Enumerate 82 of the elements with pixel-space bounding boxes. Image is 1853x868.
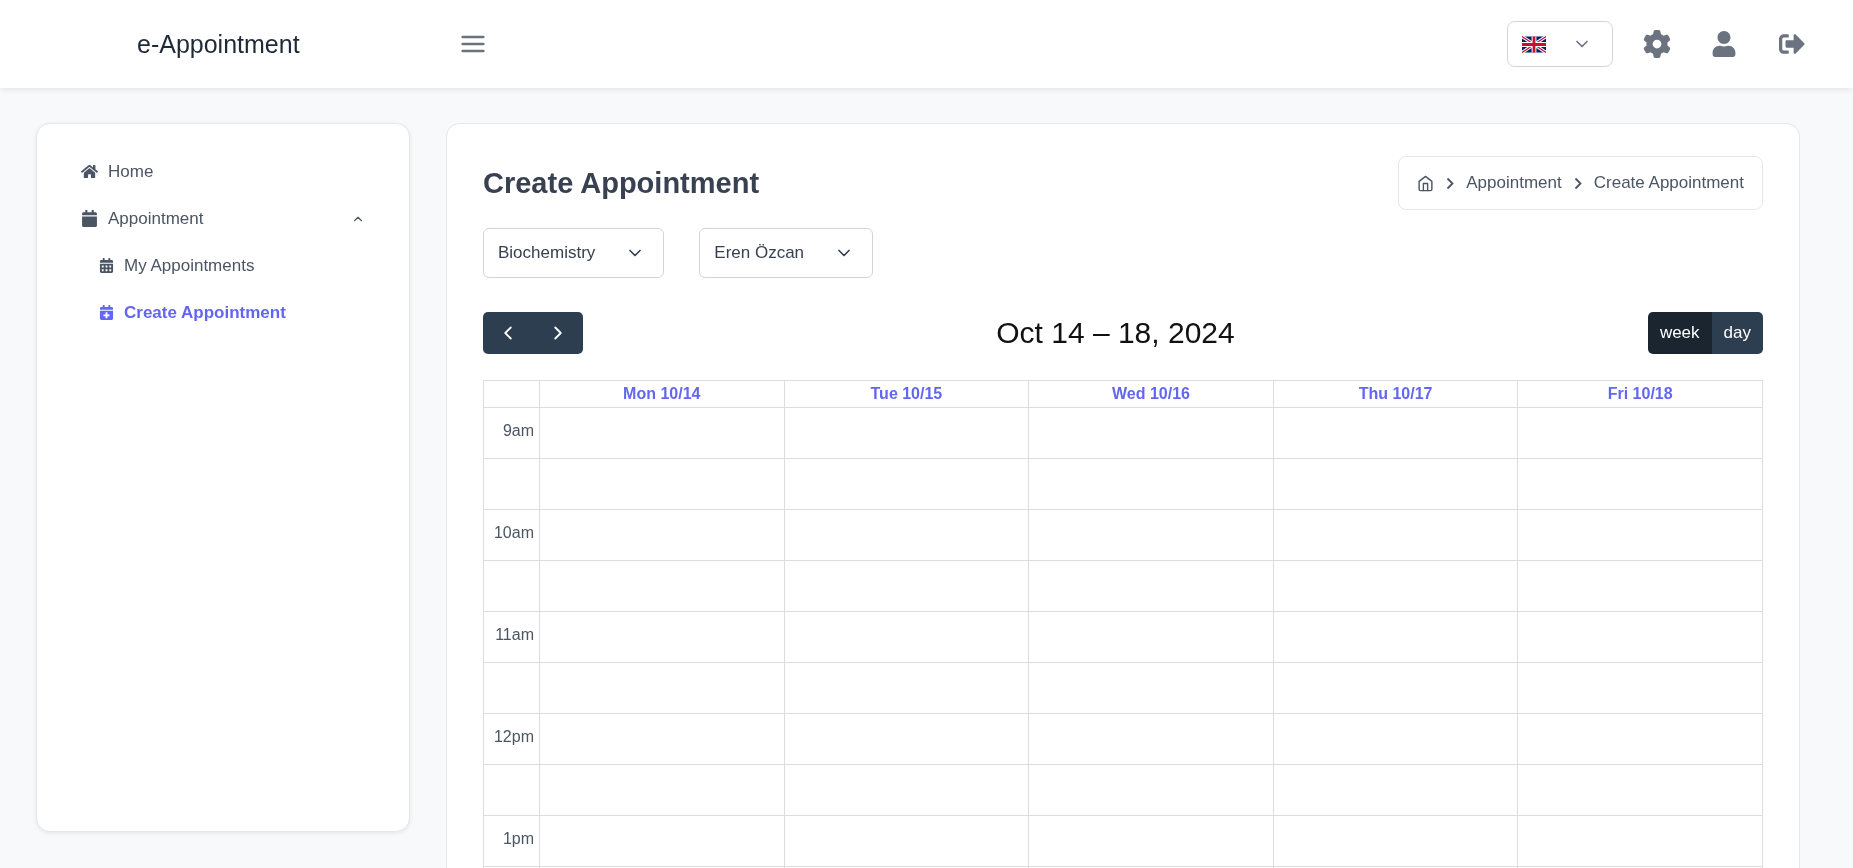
user-icon[interactable] bbox=[1711, 31, 1737, 57]
time-slot[interactable] bbox=[1518, 612, 1763, 663]
time-slot[interactable] bbox=[1029, 765, 1274, 816]
calendar-icon bbox=[81, 210, 98, 227]
time-slot[interactable] bbox=[1273, 816, 1519, 867]
time-slot[interactable] bbox=[540, 765, 785, 816]
time-slot[interactable] bbox=[1273, 510, 1519, 561]
time-slot[interactable] bbox=[1518, 561, 1763, 612]
view-tab[interactable]: week bbox=[1647, 312, 1712, 354]
breadcrumb-link[interactable]: Create Appointment bbox=[1593, 173, 1744, 193]
time-label: 9am bbox=[484, 408, 540, 459]
day-header: Mon 10/14 bbox=[540, 381, 785, 408]
time-slot[interactable] bbox=[1518, 714, 1763, 765]
time-slot[interactable] bbox=[784, 408, 1030, 459]
time-slot[interactable] bbox=[1029, 663, 1274, 714]
time-slot[interactable] bbox=[1273, 663, 1519, 714]
time-slot[interactable] bbox=[784, 663, 1030, 714]
page-title: Create Appointment bbox=[483, 166, 760, 200]
time-slot[interactable] bbox=[784, 561, 1030, 612]
time-label: 10am bbox=[484, 510, 540, 561]
time-slot[interactable] bbox=[540, 663, 785, 714]
time-slot[interactable] bbox=[1518, 510, 1763, 561]
time-slot[interactable] bbox=[1273, 714, 1519, 765]
time-slot[interactable] bbox=[540, 714, 785, 765]
previous-button[interactable] bbox=[483, 312, 533, 354]
time-slot[interactable] bbox=[1029, 408, 1274, 459]
sidebar-item[interactable]: Create Appointment bbox=[81, 289, 365, 336]
time-slot[interactable] bbox=[784, 816, 1030, 867]
app-title: e-Appointment bbox=[137, 29, 301, 59]
day-header: Thu 10/17 bbox=[1273, 381, 1519, 408]
flag-icon bbox=[1522, 35, 1546, 53]
sidebar-item[interactable]: My Appointments bbox=[81, 242, 365, 289]
time-slot[interactable] bbox=[1518, 459, 1763, 510]
time-slot[interactable] bbox=[1518, 408, 1763, 459]
time-label: 1pm bbox=[484, 816, 540, 867]
time-slot[interactable] bbox=[784, 612, 1030, 663]
calendar-plus-icon bbox=[99, 305, 114, 320]
time-slot[interactable] bbox=[1273, 459, 1519, 510]
language-select[interactable] bbox=[1507, 21, 1613, 67]
time-slot[interactable] bbox=[540, 816, 785, 867]
time-slot[interactable] bbox=[1029, 714, 1274, 765]
time-slot[interactable] bbox=[1273, 408, 1519, 459]
time-slot[interactable] bbox=[540, 408, 785, 459]
dropdown-select[interactable]: Biochemistry bbox=[483, 228, 665, 278]
time-slot[interactable] bbox=[540, 561, 785, 612]
time-slot[interactable] bbox=[1518, 816, 1763, 867]
time-slot[interactable] bbox=[1518, 765, 1763, 816]
settings-icon[interactable] bbox=[1643, 30, 1671, 58]
time-slot[interactable] bbox=[1029, 561, 1274, 612]
calendar-title: Oct 14 – 18, 2024 bbox=[996, 316, 1235, 350]
view-tab[interactable]: day bbox=[1711, 312, 1763, 354]
time-slot[interactable] bbox=[784, 765, 1030, 816]
time-slot[interactable] bbox=[784, 510, 1030, 561]
day-header: Tue 10/15 bbox=[784, 381, 1030, 408]
calendar-icon bbox=[99, 258, 114, 273]
time-slot[interactable] bbox=[1273, 561, 1519, 612]
day-header: Wed 10/16 bbox=[1029, 381, 1274, 408]
sidebar-item[interactable]: Appointment bbox=[81, 195, 365, 242]
time-slot[interactable] bbox=[1273, 612, 1519, 663]
day-header: Fri 10/18 bbox=[1518, 381, 1763, 408]
breadcrumb-link[interactable]: Appointment bbox=[1466, 173, 1562, 193]
time-slot[interactable] bbox=[784, 714, 1030, 765]
sidebar-item[interactable]: Home bbox=[81, 148, 365, 195]
time-slot[interactable] bbox=[1029, 816, 1274, 867]
chevron-right-icon bbox=[1573, 176, 1582, 190]
time-label: 11am bbox=[484, 612, 540, 663]
time-slot[interactable] bbox=[1029, 459, 1274, 510]
time-slot[interactable] bbox=[1518, 663, 1763, 714]
time-label: 12pm bbox=[484, 714, 540, 765]
time-slot[interactable] bbox=[540, 612, 785, 663]
dropdown-select[interactable]: Eren Özcan bbox=[699, 228, 874, 278]
logout-icon[interactable] bbox=[1779, 31, 1805, 57]
time-slot[interactable] bbox=[1273, 765, 1519, 816]
time-slot[interactable] bbox=[1029, 612, 1274, 663]
time-slot[interactable] bbox=[540, 510, 785, 561]
time-slot[interactable] bbox=[540, 459, 785, 510]
next-button[interactable] bbox=[533, 312, 583, 354]
time-slot[interactable] bbox=[784, 459, 1030, 510]
home-icon[interactable] bbox=[1417, 174, 1435, 192]
chevron-right-icon bbox=[1446, 176, 1455, 190]
time-slot[interactable] bbox=[1029, 510, 1274, 561]
home-icon bbox=[81, 163, 98, 180]
